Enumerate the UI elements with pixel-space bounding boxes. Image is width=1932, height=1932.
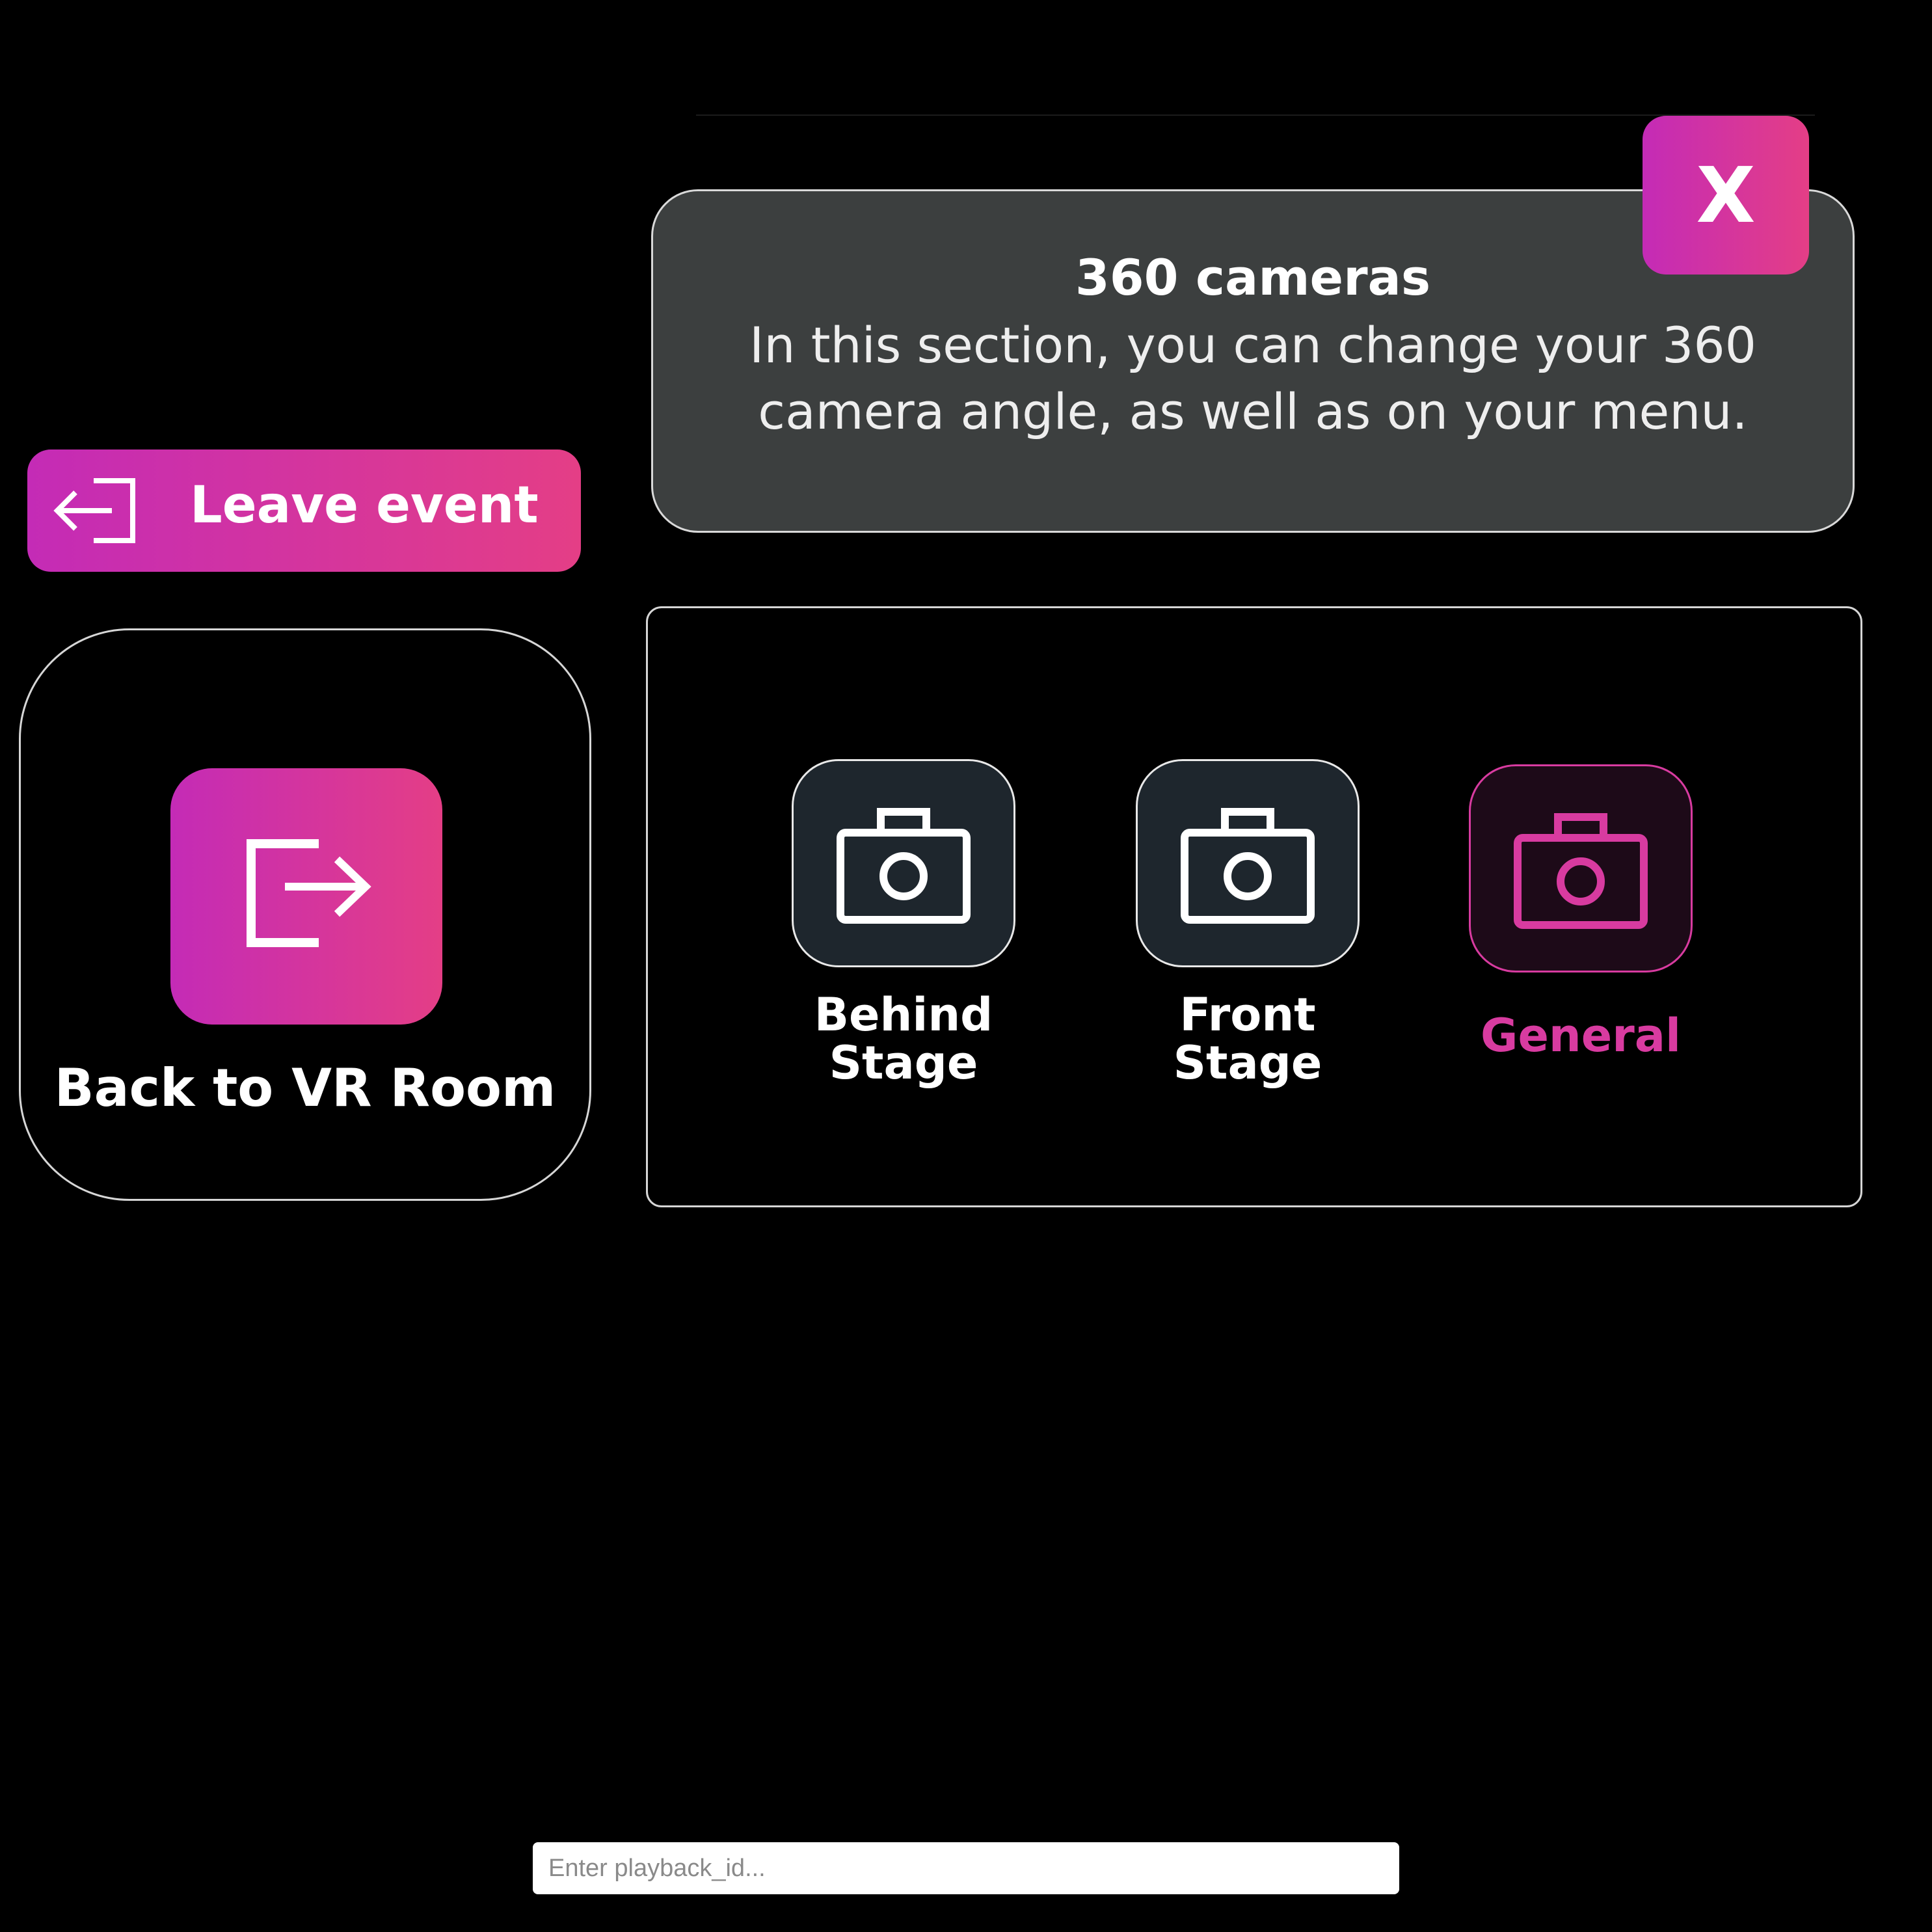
camera-option-front-stage[interactable]: Front Stage (1136, 759, 1360, 1087)
camera-icon (1514, 813, 1648, 929)
camera-option-general[interactable]: General (1469, 764, 1693, 1060)
leave-event-button[interactable]: Leave event (27, 449, 581, 572)
back-icon-box (170, 768, 442, 1025)
camera-tile (792, 759, 1015, 967)
camera-label: Behind Stage (814, 988, 993, 1090)
camera-label-active: General (1481, 1009, 1681, 1062)
playback-id-input[interactable] (533, 1842, 1399, 1894)
camera-tile-active (1469, 764, 1693, 973)
close-button[interactable]: X (1643, 116, 1809, 275)
camera-selector-panel: Behind Stage Front Stage General (646, 606, 1862, 1207)
divider (696, 114, 1815, 116)
leave-event-label: Leave event (190, 476, 539, 535)
camera-icon (837, 808, 971, 924)
info-card-description: In this section, you can change your 360… (749, 316, 1757, 440)
back-to-vr-room-card[interactable]: Back to VR Room (19, 628, 591, 1201)
camera-label: Front Stage (1173, 988, 1322, 1090)
camera-option-behind-stage[interactable]: Behind Stage (792, 759, 1015, 1087)
close-button-label: X (1696, 150, 1756, 240)
vr-event-screen: 360 cameras In this section, you can cha… (0, 0, 1932, 1932)
exit-arrow-left-icon (53, 478, 135, 543)
camera-tile (1136, 759, 1360, 967)
logout-arrow-right-icon (247, 839, 371, 947)
camera-icon (1181, 808, 1315, 924)
back-to-vr-room-label: Back to VR Room (54, 1058, 556, 1118)
